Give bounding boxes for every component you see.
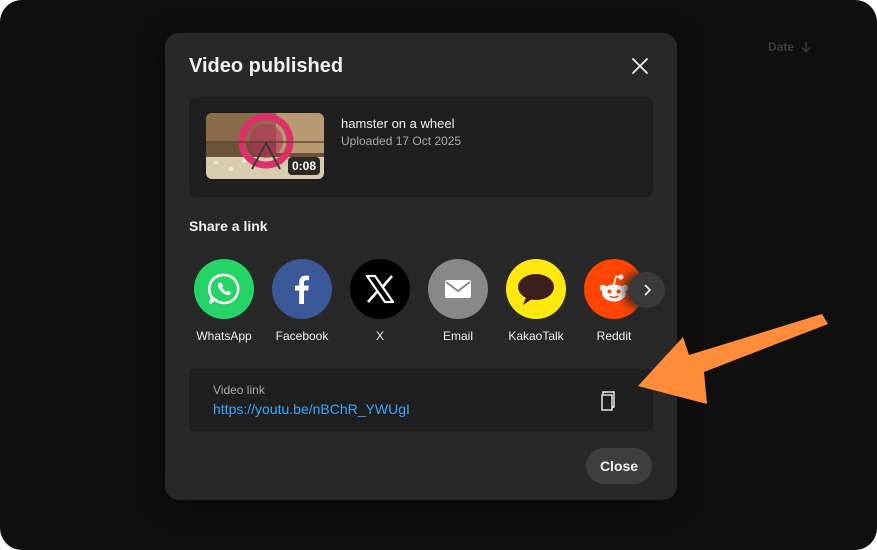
close-button[interactable]: Close: [586, 448, 652, 484]
share-circle: [428, 259, 488, 319]
share-x[interactable]: X: [345, 259, 415, 343]
app-frame: Date Video published 0:08 hamster on a w…: [0, 0, 877, 550]
share-label: Email: [442, 329, 473, 343]
share-circle: [350, 259, 410, 319]
share-whatsapp[interactable]: WhatsApp: [189, 259, 259, 343]
share-circle: [194, 259, 254, 319]
x-icon: [365, 274, 395, 304]
sort-by-date[interactable]: Date: [768, 40, 812, 54]
video-duration: 0:08: [287, 157, 320, 175]
sort-label: Date: [768, 40, 795, 54]
close-dialog-button[interactable]: [625, 51, 655, 81]
share-label: KakaoTalk: [508, 329, 564, 343]
share-circle: [506, 259, 566, 319]
video-link-box: Video link https://youtu.be/nBChR_YWUgI: [189, 369, 653, 431]
close-icon: [632, 58, 648, 74]
whatsapp-icon: [207, 273, 240, 305]
share-label: Facebook: [275, 329, 329, 343]
copy-icon: [601, 391, 615, 411]
video-published-dialog: Video published 0:08 hamster on a wheel …: [165, 33, 677, 500]
share-targets-row: WhatsApp Facebook X Email KakaoTalk Redd…: [189, 259, 659, 349]
kakaotalk-icon: [518, 274, 554, 305]
share-circle: [272, 259, 332, 319]
share-heading: Share a link: [189, 218, 268, 234]
share-email[interactable]: Email: [423, 259, 493, 343]
video-card: 0:08 hamster on a wheel Uploaded 17 Oct …: [189, 97, 653, 197]
chevron-right-icon: [644, 284, 652, 296]
video-link-label: Video link: [213, 383, 265, 397]
video-upload-date: Uploaded 17 Oct 2025: [341, 134, 462, 148]
share-label: Reddit: [596, 329, 632, 343]
share-facebook[interactable]: Facebook: [267, 259, 337, 343]
reddit-icon: [599, 274, 629, 302]
share-label: WhatsApp: [196, 329, 252, 343]
video-link-url[interactable]: https://youtu.be/nBChR_YWUgI: [213, 401, 410, 417]
share-next-button[interactable]: [629, 272, 665, 308]
copy-link-button[interactable]: [593, 385, 625, 417]
email-icon: [445, 280, 471, 298]
facebook-icon: [295, 275, 309, 304]
video-title: hamster on a wheel: [341, 116, 455, 131]
share-label: X: [375, 329, 384, 343]
video-thumbnail[interactable]: 0:08: [206, 113, 324, 179]
arrow-down-icon: [801, 42, 811, 53]
share-kakaotalk[interactable]: KakaoTalk: [501, 259, 571, 343]
dialog-title: Video published: [189, 55, 344, 77]
